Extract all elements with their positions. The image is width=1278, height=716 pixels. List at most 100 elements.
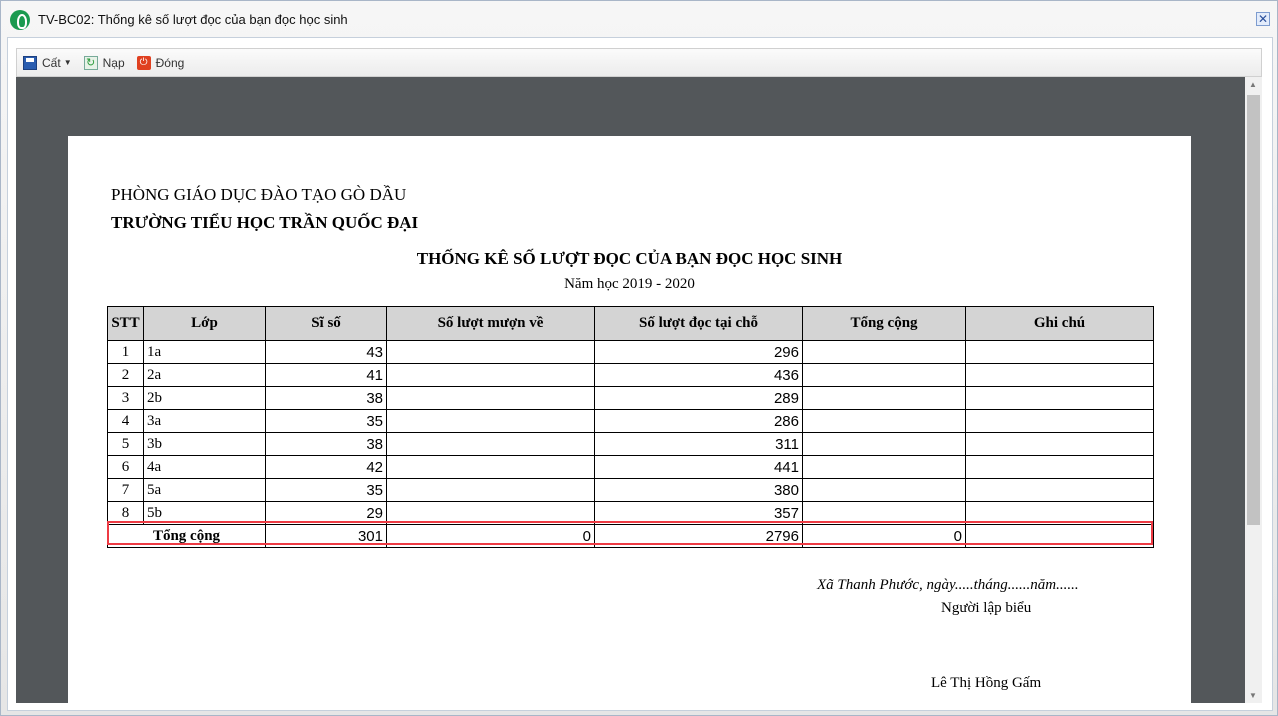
report-page: PHÒNG GIÁO DỤC ĐÀO TẠO GÒ DẦU TRƯỜNG TIỂ…: [68, 136, 1191, 703]
cell-class: 4a: [143, 455, 266, 479]
cell-note: [965, 455, 1154, 479]
cell-stt: 8: [107, 501, 144, 525]
cell-class: 5a: [143, 478, 266, 502]
title-bar: TV-BC02: Thống kê số lượt đọc của bạn đọ…: [1, 1, 1277, 37]
table-row: 1 1a 43 296: [107, 340, 1154, 364]
cell-note: [965, 478, 1154, 502]
cell-read: 286: [594, 409, 803, 433]
place-date: Xã Thanh Phước, ngày.....tháng......năm.…: [817, 577, 1079, 593]
signer-title: Người lập biểu: [941, 600, 1032, 616]
table-row: 7 5a 35 380: [107, 478, 1154, 502]
cell-borrow: [386, 432, 595, 456]
signer-name: Lê Thị Hồng Gấm: [931, 675, 1042, 691]
cell-total: [802, 478, 966, 502]
scroll-down-icon[interactable]: ▼: [1249, 691, 1257, 700]
cell-class: 2a: [143, 363, 266, 387]
cell-borrow: [386, 386, 595, 410]
table-row: 3 2b 38 289: [107, 386, 1154, 410]
col-stt: STT: [107, 306, 144, 341]
col-read: Số lượt đọc tại chỗ: [594, 306, 803, 341]
scroll-up-icon[interactable]: ▲: [1249, 80, 1257, 89]
cell-total: [802, 386, 966, 410]
cell-class: 2b: [143, 386, 266, 410]
cell-borrow: [386, 340, 595, 364]
total-row: Tổng cộng 301 0 2796 0: [107, 524, 1154, 548]
table-row: 5 3b 38 311: [107, 432, 1154, 456]
toolbar: Cất ▼ ↻ Nạp ⏻ Đóng: [16, 48, 1262, 77]
total-size: 301: [265, 524, 387, 548]
save-icon: [23, 55, 37, 70]
cell-note: [965, 386, 1154, 410]
cell-read: 289: [594, 386, 803, 410]
cell-stt: 5: [107, 432, 144, 456]
table-row: 8 5b 29 357: [107, 501, 1154, 525]
reload-button[interactable]: ↻ Nạp: [83, 55, 125, 70]
chevron-down-icon: ▼: [63, 58, 72, 67]
table-row: 2 2a 41 436: [107, 363, 1154, 387]
refresh-icon: ↻: [83, 55, 98, 70]
cell-stt: 6: [107, 455, 144, 479]
cell-total: [802, 340, 966, 364]
total-read: 2796: [594, 524, 803, 548]
cell-note: [965, 501, 1154, 525]
power-icon: ⏻: [136, 55, 151, 70]
app-logo-icon: [10, 10, 30, 30]
cell-total: [802, 409, 966, 433]
total-sum: 0: [802, 524, 966, 548]
total-borrow: 0: [386, 524, 595, 548]
org-name: PHÒNG GIÁO DỤC ĐÀO TẠO GÒ DẦU: [111, 185, 407, 204]
cell-borrow: [386, 409, 595, 433]
cell-size: 29: [265, 501, 387, 525]
school-name: TRƯỜNG TIỂU HỌC TRẦN QUỐC ĐẠI: [111, 213, 419, 232]
cell-borrow: [386, 501, 595, 525]
cell-stt: 3: [107, 386, 144, 410]
cell-read: 380: [594, 478, 803, 502]
col-total: Tổng cộng: [802, 306, 966, 341]
close-button[interactable]: ⏻ Đóng: [136, 55, 185, 70]
cell-stt: 7: [107, 478, 144, 502]
col-borrow: Số lượt mượn về: [386, 306, 595, 341]
scrollbar-thumb[interactable]: [1247, 95, 1260, 525]
cell-borrow: [386, 363, 595, 387]
table-row: 6 4a 42 441: [107, 455, 1154, 479]
close-label: Đóng: [155, 55, 185, 70]
cell-size: 41: [265, 363, 387, 387]
col-class: Lớp: [143, 306, 266, 341]
cell-read: 296: [594, 340, 803, 364]
cell-read: 357: [594, 501, 803, 525]
table-row: 4 3a 35 286: [107, 409, 1154, 433]
cell-read: 436: [594, 363, 803, 387]
report-title: THỐNG KÊ SỐ LƯỢT ĐỌC CỦA BẠN ĐỌC HỌC SIN…: [416, 249, 843, 268]
cell-class: 1a: [143, 340, 266, 364]
window-title: TV-BC02: Thống kê số lượt đọc của bạn đọ…: [38, 12, 348, 27]
total-label: Tổng cộng: [107, 524, 266, 548]
col-size: Sĩ số: [265, 306, 387, 341]
close-window-button[interactable]: ✕: [1256, 12, 1270, 26]
cell-size: 42: [265, 455, 387, 479]
school-year: Năm học 2019 - 2020: [564, 276, 695, 292]
reload-label: Nạp: [102, 55, 125, 70]
cell-size: 38: [265, 386, 387, 410]
cell-total: [802, 363, 966, 387]
total-note: [965, 524, 1154, 548]
cell-stt: 2: [107, 363, 144, 387]
cell-borrow: [386, 455, 595, 479]
cell-borrow: [386, 478, 595, 502]
stats-table: STT Lớp Sĩ số Số lượt mượn về Số lượt đọ…: [107, 306, 1154, 548]
save-button[interactable]: Cất ▼: [23, 55, 72, 70]
cell-stt: 4: [107, 409, 144, 433]
cell-size: 38: [265, 432, 387, 456]
cell-size: 35: [265, 478, 387, 502]
cell-note: [965, 409, 1154, 433]
cell-total: [802, 501, 966, 525]
cell-class: 5b: [143, 501, 266, 525]
col-note: Ghi chú: [965, 306, 1154, 341]
cell-total: [802, 455, 966, 479]
cell-note: [965, 432, 1154, 456]
cell-read: 441: [594, 455, 803, 479]
cell-read: 311: [594, 432, 803, 456]
cell-class: 3b: [143, 432, 266, 456]
cell-class: 3a: [143, 409, 266, 433]
vertical-scrollbar[interactable]: ▲ ▼: [1245, 77, 1262, 703]
cell-size: 43: [265, 340, 387, 364]
